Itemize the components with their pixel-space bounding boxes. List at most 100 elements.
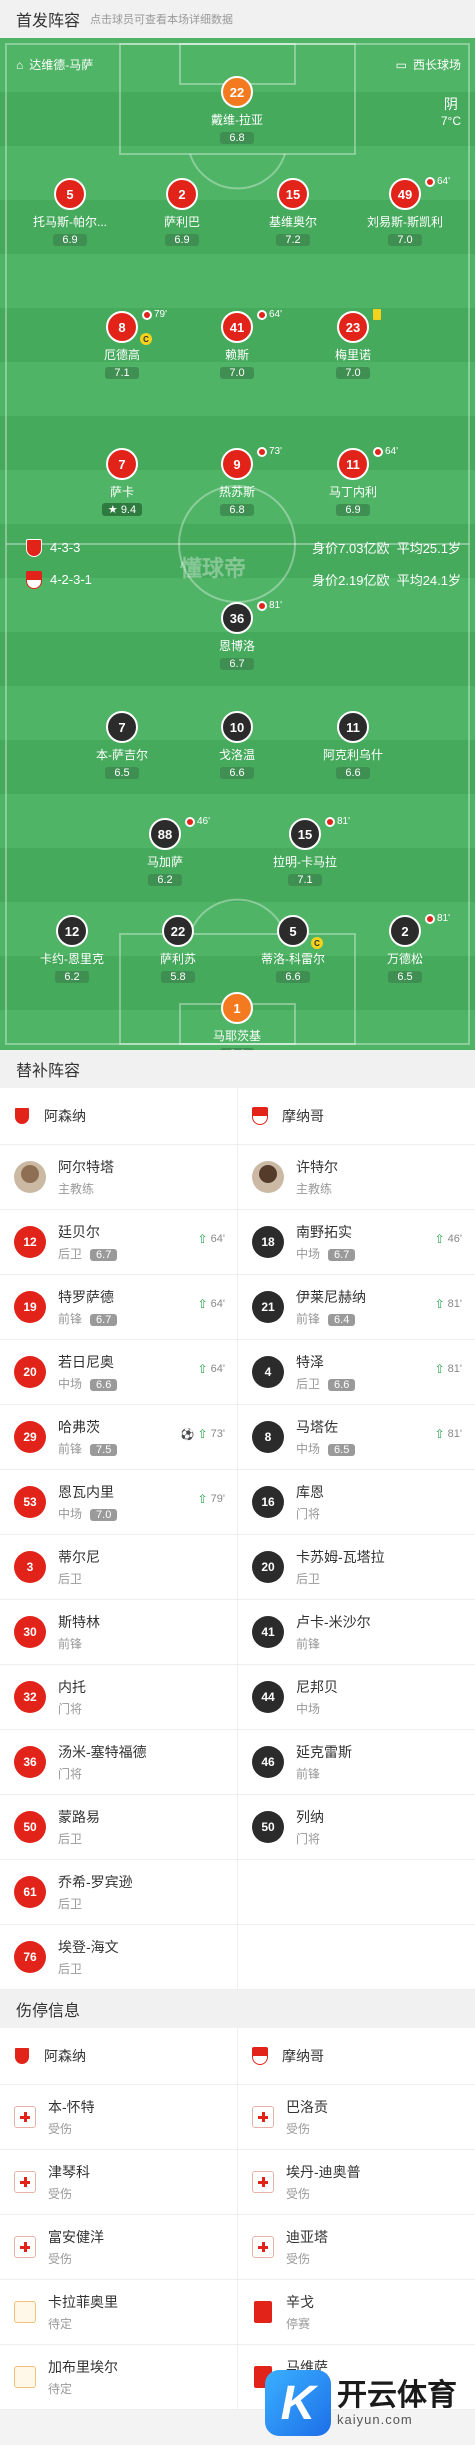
event-badge: 81' [325,816,350,827]
player-marker[interactable]: 11 64' 马丁内利 6.9 [303,446,403,518]
sub-position: 后卫 [58,1572,83,1586]
player-marker[interactable]: 1马耶茨基6.4 [187,992,287,1050]
sub-player[interactable]: 61 乔希-罗宾逊 后卫 [0,1860,237,1924]
player-marker[interactable]: 11 阿克利乌什 6.6 [303,711,403,781]
injury-item[interactable]: 埃丹-迪奥普 受伤 [237,2150,474,2214]
sub-position: 前锋 7.5 [58,1440,118,1457]
home-value: 身价7.03亿欧 [312,541,390,556]
coach-avatar [252,1161,284,1193]
sub-minute: 64' [437,176,451,187]
subs-title: 替补阵容 [16,1063,81,1080]
cross-mark [258,2112,268,2122]
doubtful-icon [14,2301,36,2323]
sub-player[interactable]: 20 卡苏姆-瓦塔拉 后卫 [237,1535,474,1599]
injury-item[interactable]: 迪亚塔 受伤 [237,2215,474,2279]
player-marker[interactable]: 15 基维奥尔 7.2 [243,178,343,248]
injury-item[interactable]: 富安健洋 受伤 [0,2215,237,2279]
sub-name: 若日尼奥 [58,1354,114,1370]
player-marker[interactable]: 5 C 蒂洛-科雷尔 6.6 [243,915,343,985]
sub-off-icon [142,309,152,320]
injury-status: 受伤 [48,2122,73,2136]
sub-player[interactable]: 32 内托 门将 [0,1665,237,1729]
sub-player[interactable]: 46 延克雷斯 前锋 [237,1730,474,1794]
cross-mark [258,2177,268,2187]
injury-item[interactable]: 津琴科 受伤 [0,2150,237,2214]
player-rating: 6.2 [55,971,89,983]
home-coach[interactable]: 阿尔特塔 主教练 [0,1145,237,1209]
sub-player[interactable]: 21 伊莱尼赫纳 前锋 6.4 ⇧ 81' [237,1275,474,1339]
jersey-number: 16 [252,1486,284,1518]
sub-player[interactable]: 12 廷贝尔 后卫 6.7 ⇧ 64' [0,1210,237,1274]
player-marker[interactable]: 5 托马斯-帕尔... 6.9 [20,178,120,248]
injury-title: 伤停信息 [16,2003,81,2020]
cross-mark [20,2177,30,2187]
player-name: 萨卡 [109,485,134,499]
player-marker[interactable]: 88 46' 马加萨 6.2 [115,816,215,888]
sub-rating: 6.5 [328,1444,356,1456]
player-rating: 7.0 [388,234,422,246]
sub-event: ⇧ 46' [435,1232,462,1246]
player-marker[interactable]: 10 戈洛温 6.6 [187,711,287,781]
player-marker[interactable]: 22 戴维-拉亚 6.8 [187,76,287,146]
injury-icon [252,2236,274,2258]
player-name: 蒂洛-科雷尔 [261,952,325,966]
injury-info: 埃丹-迪奥普 受伤 [286,2162,361,2202]
sub-player[interactable]: 16 库恩 门将 [237,1470,474,1534]
sub-player[interactable]: 20 若日尼奥 中场 6.6 ⇧ 64' [0,1340,237,1404]
player-marker[interactable]: 36 81' 恩博洛 6.7 [187,600,287,672]
sub-player[interactable]: 30 斯特林 前锋 [0,1600,237,1664]
player-marker[interactable]: 12 卡约-恩里克 6.2 [22,915,122,985]
weather-cond: 阴 [443,96,458,112]
jersey-number: 22 [162,915,194,947]
sub-player[interactable]: 50 蒙路易 后卫 [0,1795,237,1859]
sub-row: 50 蒙路易 后卫 50 列纳 门将 [0,1795,475,1860]
sub-info: 内托 门将 [58,1677,86,1717]
sub-row: 32 内托 门将 44 尼邦贝 中场 [0,1665,475,1730]
sub-event: ⇧ 81' [435,1362,462,1376]
sub-player[interactable]: 50 列纳 门将 [237,1795,474,1859]
injury-info: 富安健洋 受伤 [48,2227,104,2267]
sub-player[interactable]: 76 埃登-海文 后卫 [0,1925,237,1989]
injury-info: 辛戈 停赛 [286,2292,314,2332]
sub-player[interactable]: 53 恩瓦内里 中场 7.0 ⇧ 79' [0,1470,237,1534]
player-marker[interactable]: 7 本-萨吉尔 6.5 [72,711,172,781]
player-marker[interactable]: 2 81' 万德松 6.5 [355,913,455,985]
sub-info: 若日尼奥 中场 6.6 [58,1352,118,1392]
sub-player[interactable]: 8 马塔佐 中场 6.5 ⇧ 81' [237,1405,474,1469]
sub-off-icon [257,309,267,320]
sub-minute: 64' [269,309,283,320]
arsenal-logo-icon [26,538,42,557]
player-marker[interactable]: 41 64' 赖斯 7.0 [187,309,287,381]
sub-player[interactable]: 18 南野拓实 中场 6.7 ⇧ 46' [237,1210,474,1274]
injury-item[interactable]: 巴洛贡 受伤 [237,2085,474,2149]
player-marker[interactable]: 49 64' 刘易斯-斯凯利 7.0 [355,176,455,248]
player-marker[interactable]: 9 73' 热苏斯 6.8 [187,446,287,518]
sub-player[interactable]: 19 特罗萨德 前锋 6.7 ⇧ 64' [0,1275,237,1339]
player-name: 马加萨 [146,855,183,869]
player-marker[interactable]: 15 81' 拉明-卡马拉 7.1 [255,816,355,888]
away-coach[interactable]: 许特尔 主教练 [237,1145,474,1209]
player-marker[interactable]: 22 萨利苏 5.8 [128,915,228,985]
injury-item[interactable]: 卡拉菲奥里 待定 [0,2280,237,2344]
sub-player[interactable]: 4 特泽 后卫 6.6 ⇧ 81' [237,1340,474,1404]
player-marker[interactable]: 8 C 79' 厄德高 7.1 [72,309,172,381]
player-marker[interactable]: 7 萨卡 ★ 9.4 [72,448,172,518]
injury-name: 巴洛贡 [286,2099,328,2115]
injury-row: 本-怀特 受伤 巴洛贡 受伤 [0,2085,475,2150]
sub-player[interactable]: 44 尼邦贝 中场 [237,1665,474,1729]
sub-player[interactable]: 3 蒂尔尼 后卫 [0,1535,237,1599]
jersey-number: 20 [252,1551,284,1583]
sub-player[interactable]: 29 哈弗茨 前锋 7.5 ⚽ ⇧ 73' [0,1405,237,1469]
player-rating: 6.8 [220,504,254,516]
sub-player[interactable]: 36 汤米-塞特福德 门将 [0,1730,237,1794]
away-team-line: 4-2-3-1 身价2.19亿欧 平均24.1岁 [26,570,461,589]
player-marker[interactable]: 2 萨利巴 6.9 [132,178,232,248]
player-marker[interactable]: 23 梅里诺 7.0 [303,309,403,381]
injury-item[interactable]: 加布里埃尔 待定 [0,2345,237,2409]
injury-item[interactable]: 本-怀特 受伤 [0,2085,237,2149]
sub-player[interactable]: 41 卢卡-米沙尔 前锋 [237,1600,474,1664]
sub-on-icon: ⇧ [197,1297,208,1311]
sub-rating: 6.6 [328,1379,356,1391]
injury-item[interactable]: 辛戈 停赛 [237,2280,474,2344]
injury-status: 待定 [48,2382,73,2396]
